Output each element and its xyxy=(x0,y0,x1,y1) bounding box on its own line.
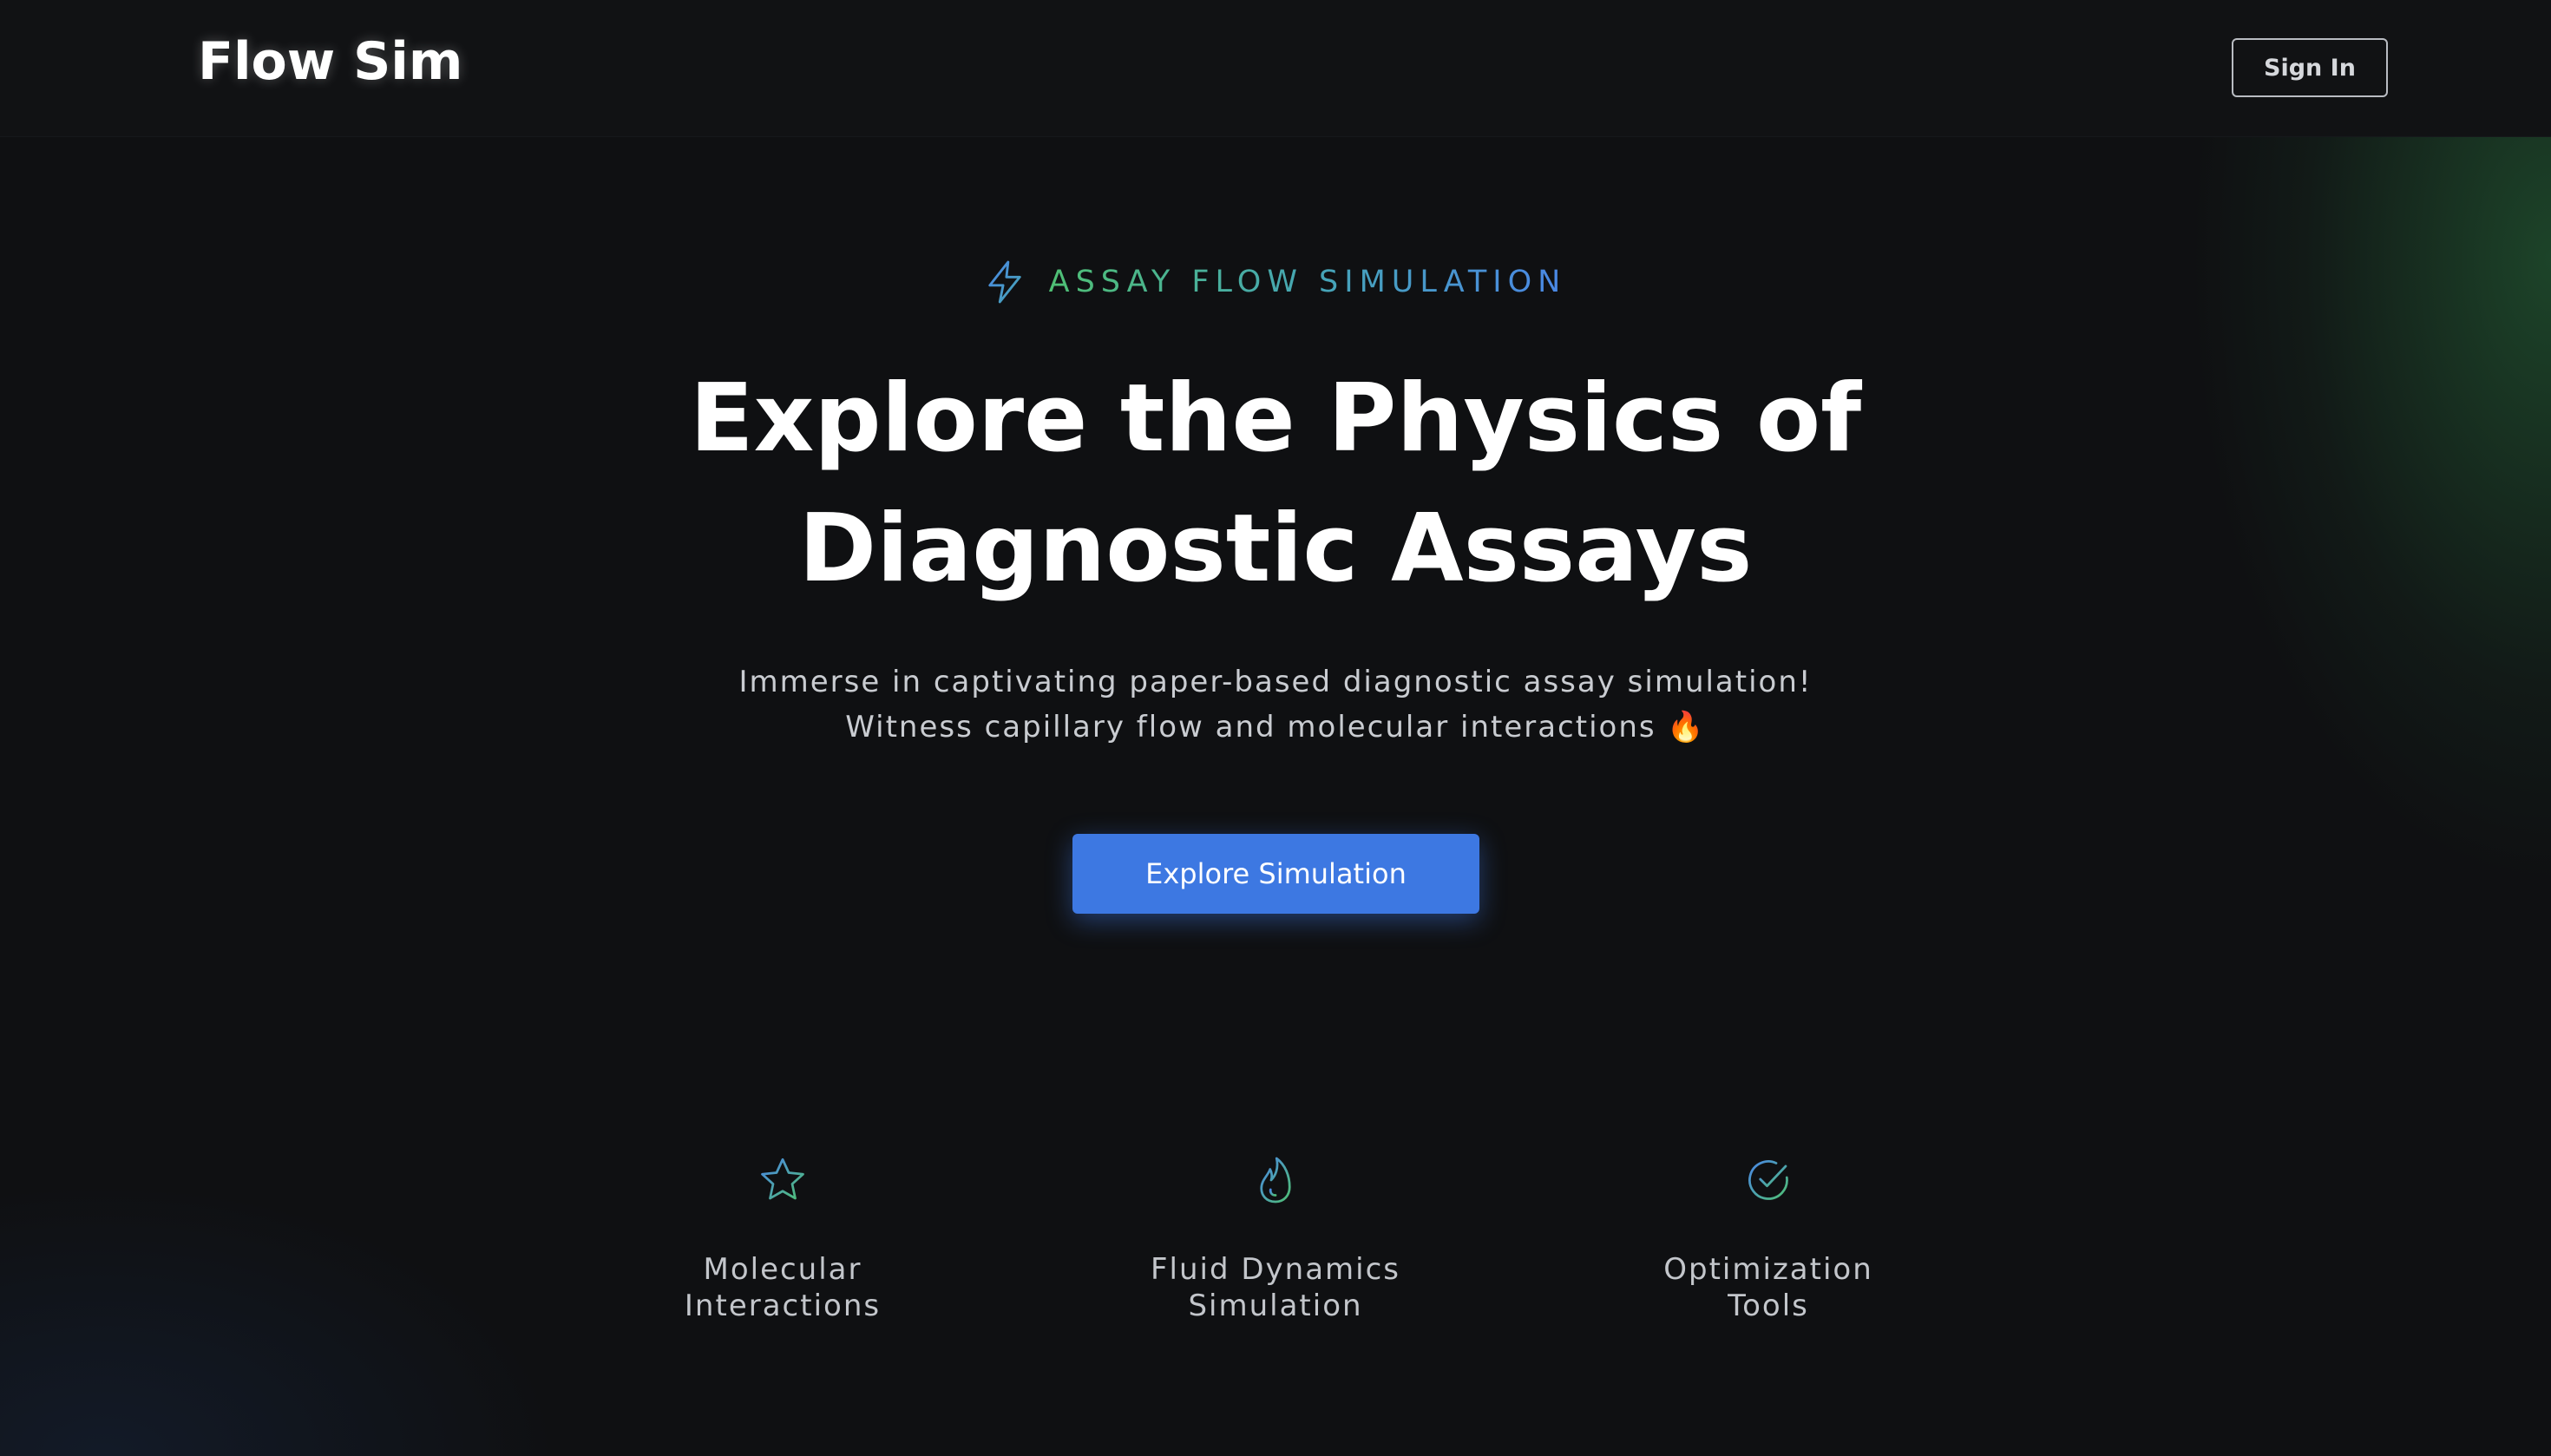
star-icon xyxy=(761,1158,804,1200)
tagline-text: ASSAY FLOW SIMULATION xyxy=(1048,265,1567,299)
hero-subtitle-line-2: Witness capillary flow and molecular int… xyxy=(845,710,1706,744)
hero-title-line-1: Explore the Physics of xyxy=(689,364,1862,473)
logo[interactable]: Flow Sim xyxy=(198,31,462,92)
feature-label: Optimization Tools xyxy=(1595,1251,1942,1324)
feature-optimization-tools: Optimization Tools xyxy=(1595,1154,1942,1324)
top-nav-bar: Flow Sim Sign In xyxy=(0,0,2551,137)
feature-fluid-dynamics: Fluid Dynamics Simulation xyxy=(1102,1154,1449,1324)
feature-label-line-1: Optimization xyxy=(1663,1252,1873,1287)
flame-icon xyxy=(1260,1157,1291,1203)
hero-subtitle-line-1: Immerse in captivating paper-based diagn… xyxy=(738,665,1813,699)
hero-tagline: ASSAY FLOW SIMULATION xyxy=(0,260,2551,304)
sign-in-button[interactable]: Sign In xyxy=(2232,38,2388,97)
check-circle-icon xyxy=(1748,1160,1788,1200)
feature-label-line-2: Tools xyxy=(1728,1289,1809,1323)
feature-label: Fluid Dynamics Simulation xyxy=(1102,1251,1449,1324)
feature-label-line-2: Simulation xyxy=(1188,1289,1363,1323)
hero-title: Explore the Physics of Diagnostic Assays xyxy=(0,354,2551,614)
feature-label-line-1: Molecular xyxy=(703,1252,862,1287)
feature-molecular-interactions: Molecular Interactions xyxy=(609,1154,956,1324)
lightning-bolt-icon xyxy=(987,260,1021,304)
feature-label: Molecular Interactions xyxy=(609,1251,956,1324)
feature-label-line-2: Interactions xyxy=(684,1289,882,1323)
hero-title-line-2: Diagnostic Assays xyxy=(798,495,1753,603)
explore-simulation-button[interactable]: Explore Simulation xyxy=(1072,834,1479,914)
hero-subtitle: Immerse in captivating paper-based diagn… xyxy=(0,659,2551,750)
feature-label-line-1: Fluid Dynamics xyxy=(1150,1252,1401,1287)
